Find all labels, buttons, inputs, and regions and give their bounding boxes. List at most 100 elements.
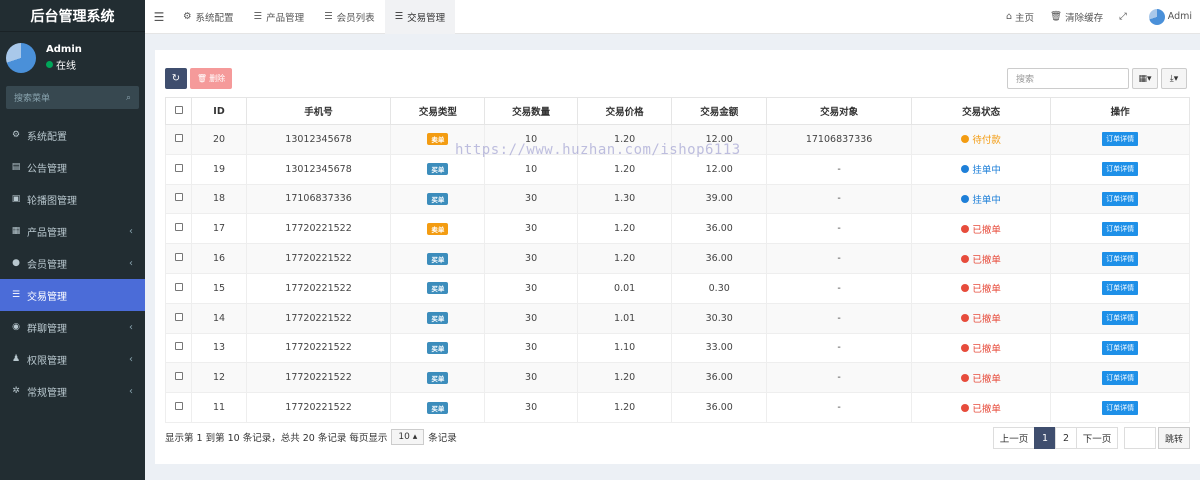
column-header[interactable]: 交易状态 xyxy=(911,97,1052,125)
column-header[interactable]: 交易对象 xyxy=(766,97,913,125)
refresh-button[interactable]: ↻ xyxy=(165,68,187,89)
row-select-cell[interactable] xyxy=(164,124,193,155)
page-button-1[interactable]: 1 xyxy=(1033,427,1056,449)
order-detail-button[interactable]: 订单详情 xyxy=(1102,162,1139,177)
cell-type: 买单 xyxy=(390,272,486,304)
cell-amount: 0.30 xyxy=(671,272,768,304)
sidebar-item-5[interactable]: ☰ 交易管理 xyxy=(0,279,145,311)
row-select-cell[interactable] xyxy=(164,392,193,423)
column-header[interactable]: 手机号 xyxy=(245,97,392,125)
cell-amount: 36.00 xyxy=(671,243,768,274)
cell-id: 11 xyxy=(191,392,247,423)
cell-price: 1.10 xyxy=(576,332,673,364)
column-header[interactable]: 交易数量 xyxy=(484,97,578,125)
column-header[interactable]: 交易金额 xyxy=(671,97,768,125)
cell-status: 挂单中 xyxy=(911,153,1052,185)
sidebar-item-6[interactable]: ◉ 群聊管理 ‹ xyxy=(0,311,145,343)
page-size-select[interactable]: 10 ▴ xyxy=(391,429,425,445)
sidebar-item-label: 产品管理 xyxy=(27,227,67,239)
grid-icon: ▦▾ xyxy=(1138,73,1152,84)
sidebar-item-2[interactable]: ▣ 轮播图管理 xyxy=(0,183,145,215)
cell-phone: 17720221522 xyxy=(245,362,392,394)
table-row: 13 17720221522 买单 30 1.10 33.00- 已撤单 订单详情 xyxy=(164,332,1190,364)
column-header[interactable]: ID xyxy=(191,97,247,125)
column-header[interactable]: 交易价格 xyxy=(576,97,673,125)
cell-type: 卖单 xyxy=(390,213,486,245)
order-detail-button[interactable]: 订单详情 xyxy=(1102,370,1139,385)
table-row: 19 13012345678 买单 10 1.20 12.00- 挂单中 订单详情 xyxy=(164,153,1190,185)
next-page-button[interactable]: 下一页 xyxy=(1075,427,1118,449)
row-select-cell[interactable] xyxy=(164,302,193,334)
cell-price: 1.20 xyxy=(576,153,673,185)
row-checkbox[interactable] xyxy=(174,163,183,172)
delete-button[interactable]: 🗑 删除 xyxy=(190,68,232,89)
cell-id: 13 xyxy=(191,332,247,364)
order-detail-button[interactable]: 订单详情 xyxy=(1102,221,1139,236)
order-detail-button[interactable]: 订单详情 xyxy=(1102,311,1139,326)
select-all-checkbox[interactable] xyxy=(174,105,183,114)
cell-phone: 17720221522 xyxy=(245,272,392,304)
row-select-cell[interactable] xyxy=(164,362,193,394)
jump-button[interactable]: 跳转 xyxy=(1157,427,1190,449)
sidebar-item-3[interactable]: ▦ 产品管理 ‹ xyxy=(0,215,145,247)
row-checkbox[interactable] xyxy=(174,312,183,321)
table-row: 14 17720221522 买单 30 1.01 30.30- 已撤单 订单详情 xyxy=(164,302,1190,334)
column-header[interactable]: 交易类型 xyxy=(390,97,486,125)
row-checkbox[interactable] xyxy=(174,193,183,202)
sidebar-item-7[interactable]: ♟ 权限管理 ‹ xyxy=(0,343,145,375)
row-checkbox[interactable] xyxy=(174,223,183,232)
tab-3[interactable]: ☰ 交易管理 xyxy=(384,0,456,34)
row-checkbox[interactable] xyxy=(174,372,183,381)
home-link[interactable]: ⌂ 主页 xyxy=(998,10,1042,24)
select-all-header[interactable] xyxy=(164,97,193,125)
order-detail-button[interactable]: 订单详情 xyxy=(1102,132,1139,147)
row-checkbox[interactable] xyxy=(174,282,183,291)
order-detail-button[interactable]: 订单详情 xyxy=(1102,340,1139,355)
tab-0[interactable]: ⚙ 系统配置 xyxy=(173,0,244,34)
row-select-cell[interactable] xyxy=(164,272,193,304)
type-badge: 卖单 xyxy=(427,133,449,146)
row-select-cell[interactable] xyxy=(164,243,193,274)
prev-page-button[interactable]: 上一页 xyxy=(992,427,1035,449)
clear-cache-link[interactable]: 🗑 清除缓存 xyxy=(1042,10,1111,24)
row-checkbox[interactable] xyxy=(174,253,183,262)
fullscreen-button[interactable]: ⤢ xyxy=(1111,11,1135,22)
cell-type: 买单 xyxy=(390,302,486,334)
sidebar-item-4[interactable]: ● 会员管理 ‹ xyxy=(0,247,145,279)
export-button[interactable]: ⤓▾ xyxy=(1161,68,1187,89)
row-checkbox[interactable] xyxy=(174,342,183,351)
cell-target: - xyxy=(766,392,913,423)
order-detail-button[interactable]: 订单详情 xyxy=(1102,281,1139,296)
sidebar-item-8[interactable]: ✲ 常规管理 ‹ xyxy=(0,375,145,407)
row-select-cell[interactable] xyxy=(164,213,193,245)
column-header[interactable]: 操作 xyxy=(1050,97,1190,125)
user-name: Admin xyxy=(46,44,82,55)
order-detail-button[interactable]: 订单详情 xyxy=(1102,191,1139,206)
cell-amount: 12.00 xyxy=(671,124,768,155)
row-select-cell[interactable] xyxy=(164,183,193,215)
table-search-input[interactable]: 搜索 xyxy=(1007,68,1129,89)
tab-2[interactable]: ☰ 会员列表 xyxy=(314,0,385,34)
type-badge: 买单 xyxy=(427,282,449,295)
columns-toggle-button[interactable]: ▦▾ xyxy=(1132,68,1158,89)
menu-toggle-icon[interactable]: ☰ xyxy=(145,10,173,24)
sidebar-search-input[interactable]: 搜索菜单 ⌕ xyxy=(6,86,139,109)
sidebar-item-0[interactable]: ⚙ 系统配置 xyxy=(0,119,145,151)
page-button-2[interactable]: 2 xyxy=(1054,427,1077,449)
order-detail-button[interactable]: 订单详情 xyxy=(1102,251,1139,266)
cell-status: 已撤单 xyxy=(911,392,1052,423)
tab-1[interactable]: ☰ 产品管理 xyxy=(244,0,315,34)
user-menu[interactable]: Admi xyxy=(1135,8,1200,25)
cell-type: 卖单 xyxy=(390,124,486,155)
sidebar-item-1[interactable]: ▤ 公告管理 xyxy=(0,151,145,183)
row-select-cell[interactable] xyxy=(164,153,193,185)
row-select-cell[interactable] xyxy=(164,332,193,364)
row-checkbox[interactable] xyxy=(174,133,183,142)
type-badge: 买单 xyxy=(427,192,449,205)
grid-icon: ▦ xyxy=(11,226,21,236)
row-checkbox[interactable] xyxy=(174,402,183,411)
cell-target: 17106837336 xyxy=(766,124,913,155)
order-detail-button[interactable]: 订单详情 xyxy=(1102,400,1139,415)
sidebar-item-label: 公告管理 xyxy=(27,163,67,175)
jump-page-input[interactable] xyxy=(1123,427,1156,449)
